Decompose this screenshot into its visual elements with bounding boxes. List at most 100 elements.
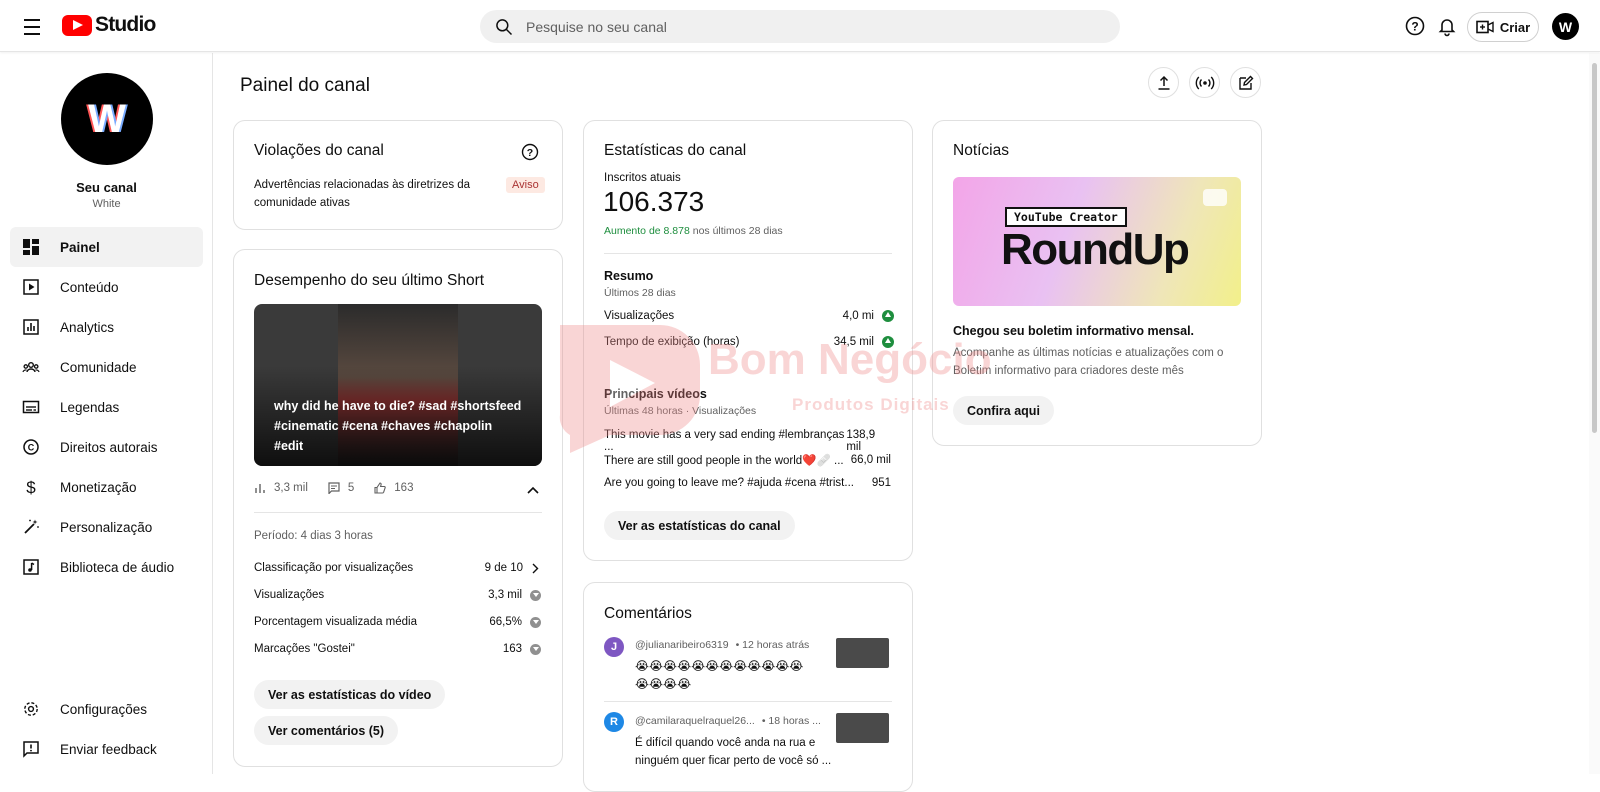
copyright-icon: C (21, 437, 41, 457)
short-caption: why did he have to die? #sad #shortsfeed… (274, 399, 522, 453)
svg-text:$: $ (26, 478, 36, 496)
news-body: Acompanhe as últimas notícias e atualiza… (953, 347, 1224, 377)
sidebar-item-settings[interactable]: Configurações (10, 689, 203, 729)
stat-label: Marcações "Gostei" (254, 643, 355, 655)
create-video-icon (1476, 20, 1494, 34)
comment-text-line: 😭😭😭😭 (635, 677, 692, 691)
stat-value: 66,5% (489, 616, 522, 628)
sidebar-item-label: Conteúdo (60, 279, 119, 295)
upload-icon (1158, 75, 1169, 90)
svg-text:?: ? (527, 147, 533, 159)
menu-icon[interactable] (20, 14, 44, 38)
scrollbar-thumb[interactable] (1592, 63, 1597, 433)
channel-stats-title: Estatísticas do canal (604, 142, 747, 159)
comment-video-thumbnail[interactable] (836, 638, 889, 668)
help-icon[interactable]: ? (521, 143, 539, 166)
sidebar-item-label: Analytics (60, 319, 115, 335)
sidebar-item-label: Personalização (60, 519, 153, 535)
go-live-button[interactable] (1189, 67, 1220, 98)
short-metrics: 3,3 mil 5 163 (254, 482, 413, 494)
sidebar-item-customization[interactable]: Personalização (10, 507, 203, 547)
news-banner-headline: RoundUp (1001, 225, 1190, 274)
studio-logo[interactable]: Studio (62, 13, 156, 37)
channel-name[interactable]: Seu canal (0, 180, 213, 195)
view-channel-stats-button[interactable]: Ver as estatísticas do canal (604, 511, 795, 540)
commenter-avatar[interactable]: J (604, 637, 624, 657)
short-comments-count: 5 (347, 482, 355, 494)
violations-text: Advertências relacionadas às diretrizes … (254, 179, 471, 209)
sidebar-item-label: Legendas (60, 399, 120, 415)
channel-avatar[interactable]: W (61, 73, 153, 165)
collapse-chevron-up-icon[interactable] (526, 482, 540, 500)
channel-avatar-letter: W (88, 96, 126, 141)
stat-value: 3,3 mil (488, 589, 522, 601)
studio-label: Studio (95, 13, 156, 36)
view-comments-button[interactable]: Ver comentários (5) (254, 716, 399, 745)
top-video-title: Are you going to leave me? #ajuda #cena … (604, 477, 854, 489)
stat-label: Tempo de exibição (horas) (604, 336, 740, 348)
content-icon (21, 277, 41, 297)
sidebar-item-feedback[interactable]: Enviar feedback (10, 729, 203, 769)
comment-text: É difícil quando você anda na rua e ning… (635, 734, 831, 770)
notifications-bell-icon[interactable] (1435, 14, 1459, 38)
create-post-button[interactable] (1230, 67, 1261, 98)
page-scrollbar[interactable] (1589, 53, 1600, 774)
subtitles-icon (21, 397, 41, 417)
comment-user[interactable]: @camilaraquelraquel26... (635, 715, 755, 727)
sidebar-item-label: Enviar feedback (60, 741, 157, 757)
sidebar-item-label: Monetização (60, 479, 137, 495)
summary-row-watch-time: Tempo de exibição (horas) 34,5 mil (604, 336, 894, 348)
sidebar-item-monetization[interactable]: $ Monetização (10, 467, 203, 507)
news-banner-image[interactable]: YouTube Creator RoundUp (953, 177, 1241, 306)
account-avatar[interactable]: W (1552, 13, 1579, 40)
top-video-row[interactable]: There are still good people in the world… (604, 453, 891, 467)
comment-video-thumbnail[interactable] (836, 713, 889, 743)
sidebar-item-label: Configurações (60, 701, 148, 717)
arrow-up-circle-icon (882, 310, 894, 322)
news-banner-tag: YouTube Creator (1005, 207, 1127, 227)
comment-user[interactable]: @julianaribeiro6319 (635, 639, 729, 651)
create-label: Criar (1499, 19, 1531, 35)
comment-text: 😭😭😭😭😭😭😭😭😭😭😭😭 😭😭😭😭 (635, 657, 803, 693)
upload-button[interactable] (1148, 67, 1179, 98)
chevron-right-icon (532, 563, 539, 573)
top-video-row[interactable]: This movie has a very sad ending #lembra… (604, 429, 891, 453)
top-video-title: There are still good people in the world… (604, 455, 844, 467)
commenter-avatar[interactable]: R (604, 712, 624, 732)
sidebar-item-community[interactable]: Comunidade (10, 347, 203, 387)
search-icon (496, 19, 513, 36)
short-stat-row-avg-percent: Porcentagem visualizada média 66,5% (254, 616, 541, 628)
stat-label: Porcentagem visualizada média (254, 616, 418, 628)
sidebar-item-analytics[interactable]: Analytics (10, 307, 203, 347)
short-period: Período: 4 dias 3 horas (254, 530, 373, 542)
analytics-icon (21, 317, 41, 337)
short-stat-row-ranking[interactable]: Classificação por visualizações 9 de 10 (254, 562, 539, 574)
view-video-stats-button[interactable]: Ver as estatísticas do vídeo (254, 680, 446, 709)
check-it-out-button[interactable]: Confira aqui (953, 396, 1054, 425)
top-videos-period: Últimas 48 horas · Visualizações (604, 405, 757, 417)
top-video-views: 138,9 mil (846, 429, 876, 453)
thumbs-up-icon (374, 482, 387, 494)
svg-text:?: ? (1411, 20, 1418, 34)
sidebar-item-subtitles[interactable]: Legendas (10, 387, 203, 427)
sidebar-item-dashboard[interactable]: Painel (10, 227, 203, 267)
dashboard-icon (21, 237, 41, 257)
sidebar-item-audio-library[interactable]: Biblioteca de áudio (10, 547, 203, 587)
sidebar-item-copyright[interactable]: C Direitos autorais (10, 427, 203, 467)
top-video-row[interactable]: Are you going to leave me? #ajuda #cena … (604, 477, 891, 489)
monetization-icon: $ (21, 477, 41, 497)
channel-subtitle: White (92, 198, 121, 210)
help-icon[interactable]: ? (1403, 14, 1427, 38)
sidebar: W Seu canal White Painel Conteúdo Analyt… (0, 53, 213, 774)
arrow-down-circle-icon (530, 643, 541, 655)
search-bar (480, 10, 1120, 43)
create-button[interactable]: Criar (1467, 12, 1539, 42)
summary-row-views: Visualizações 4,0 mi (604, 310, 894, 322)
search-input[interactable] (526, 10, 1086, 43)
short-thumbnail[interactable]: why did he have to die? #sad #shortsfeed… (254, 304, 542, 466)
community-icon (21, 357, 41, 377)
arrow-down-circle-icon (530, 589, 541, 601)
top-video-views: 66,0 mil (850, 454, 891, 466)
sidebar-item-content[interactable]: Conteúdo (10, 267, 203, 307)
sidebar-item-label: Biblioteca de áudio (60, 559, 175, 575)
